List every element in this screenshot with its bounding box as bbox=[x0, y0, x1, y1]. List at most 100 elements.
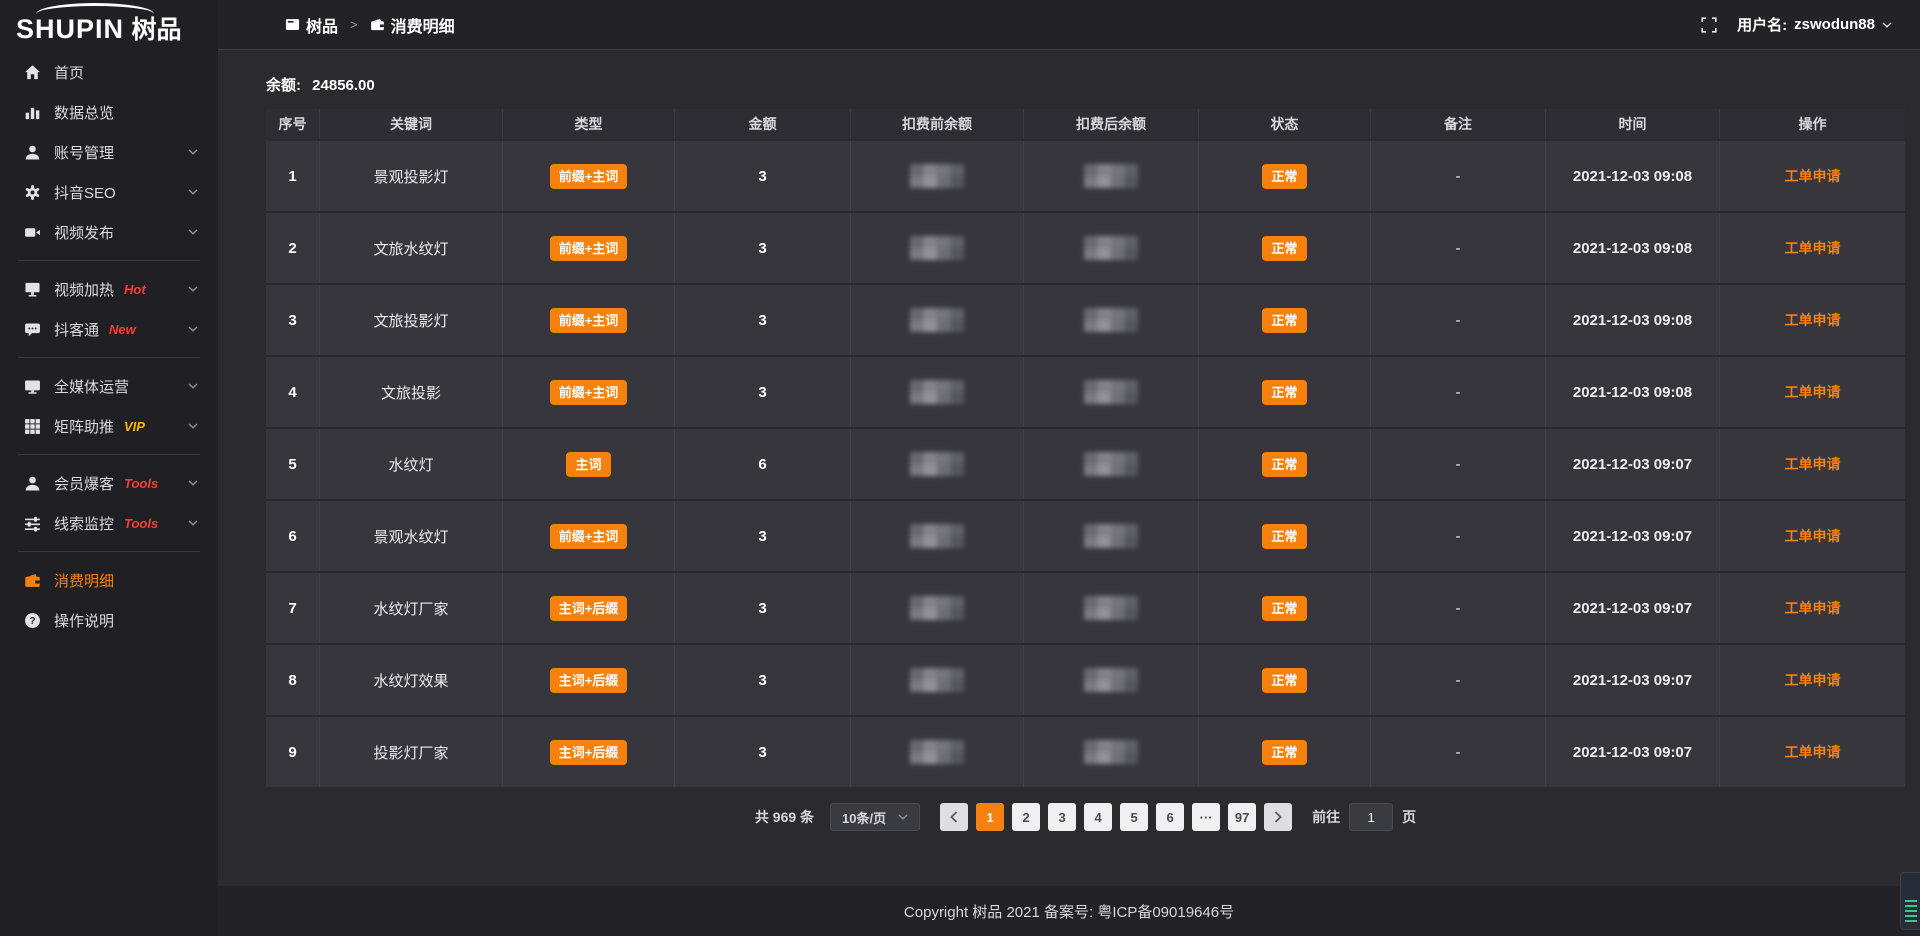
keyword-cell: 投影灯厂家 bbox=[320, 717, 503, 787]
sidebar-item-douyin-seo[interactable]: 抖音SEO bbox=[0, 172, 218, 212]
sidebar-item-instructions[interactable]: ? 操作说明 bbox=[0, 600, 218, 640]
sidebar-item-account-management[interactable]: 账号管理 bbox=[0, 132, 218, 172]
table-row: 9 投影灯厂家 主词+后缀 3 正常 - 2021-12-03 09:07 工单… bbox=[266, 717, 1905, 787]
sidebar-item-all-media-operation[interactable]: 全媒体运营 bbox=[0, 366, 218, 406]
brand-name-en: SHUPIN bbox=[16, 14, 124, 44]
pagination: 共 969 条 10条/页 1 2 3 4 5 6 ··· 97 前往 页 bbox=[266, 803, 1905, 831]
table-row: 2 文旅水纹灯 前缀+主词 3 正常 - 2021-12-03 09:08 工单… bbox=[266, 213, 1905, 283]
work-order-link[interactable]: 工单申请 bbox=[1785, 672, 1841, 688]
chevron-down-icon bbox=[1882, 22, 1892, 28]
grid-icon bbox=[24, 418, 41, 435]
column-header: 扣费前余额 bbox=[851, 109, 1024, 139]
work-order-link[interactable]: 工单申请 bbox=[1785, 312, 1841, 328]
keyword-cell: 水纹灯 bbox=[320, 429, 503, 499]
sidebar-item-label: 视频加热 bbox=[54, 279, 114, 300]
pagination-page-button[interactable]: 5 bbox=[1120, 803, 1148, 831]
row-index: 3 bbox=[266, 285, 320, 355]
remark-cell: - bbox=[1371, 285, 1546, 355]
type-badge: 前缀+主词 bbox=[550, 524, 628, 549]
work-order-link[interactable]: 工单申请 bbox=[1785, 240, 1841, 256]
chat-icon bbox=[24, 321, 41, 338]
table-row: 5 水纹灯 主词 6 正常 - 2021-12-03 09:07 工单申请 bbox=[266, 429, 1905, 499]
home-icon bbox=[24, 64, 41, 81]
fullscreen-icon[interactable] bbox=[1701, 17, 1717, 33]
work-order-link[interactable]: 工单申请 bbox=[1785, 168, 1841, 184]
page-size-select[interactable]: 10条/页 bbox=[830, 803, 920, 831]
amount-cell: 6 bbox=[675, 429, 851, 499]
pagination-page-button[interactable]: 2 bbox=[1012, 803, 1040, 831]
sidebar-item-video-heat[interactable]: 视频加热 Hot bbox=[0, 269, 218, 309]
masked-balance-after bbox=[1084, 380, 1138, 404]
wallet-icon bbox=[24, 572, 41, 589]
pagination-page-button[interactable]: 3 bbox=[1048, 803, 1076, 831]
work-order-link[interactable]: 工单申请 bbox=[1785, 600, 1841, 616]
breadcrumb-separator: > bbox=[350, 17, 358, 32]
keyword-cell: 文旅投影 bbox=[320, 357, 503, 427]
wallet-icon bbox=[370, 17, 385, 32]
sidebar-item-label: 会员爆客 bbox=[54, 473, 114, 494]
pagination-page-button[interactable]: 6 bbox=[1156, 803, 1184, 831]
status-badge: 正常 bbox=[1262, 380, 1306, 405]
pagination-next-button[interactable] bbox=[1264, 803, 1292, 831]
work-order-link[interactable]: 工单申请 bbox=[1785, 384, 1841, 400]
pagination-page-button[interactable]: 1 bbox=[976, 803, 1004, 831]
status-badge: 正常 bbox=[1262, 668, 1306, 693]
table-row: 1 景观投影灯 前缀+主词 3 正常 - 2021-12-03 09:08 工单… bbox=[266, 141, 1905, 211]
keyword-cell: 文旅水纹灯 bbox=[320, 213, 503, 283]
chevron-down-icon bbox=[188, 520, 198, 526]
chevron-down-icon bbox=[188, 326, 198, 332]
sidebar-item-label: 消费明细 bbox=[54, 570, 114, 591]
sidebar-item-video-publish[interactable]: 视频发布 bbox=[0, 212, 218, 252]
status-badge: 正常 bbox=[1262, 596, 1306, 621]
sidebar-item-douketong[interactable]: 抖客通 New bbox=[0, 309, 218, 349]
sidebar-item-label: 首页 bbox=[54, 62, 84, 83]
column-header: 扣费后余额 bbox=[1024, 109, 1199, 139]
sidebar-item-data-overview[interactable]: 数据总览 bbox=[0, 92, 218, 132]
table-row: 7 水纹灯厂家 主词+后缀 3 正常 - 2021-12-03 09:07 工单… bbox=[266, 573, 1905, 643]
remark-cell: - bbox=[1371, 357, 1546, 427]
work-order-link[interactable]: 工单申请 bbox=[1785, 456, 1841, 472]
pagination-page-button[interactable]: 97 bbox=[1228, 803, 1256, 831]
table-row: 3 文旅投影灯 前缀+主词 3 正常 - 2021-12-03 09:08 工单… bbox=[266, 285, 1905, 355]
top-bar: 树品 > 消费明细 用户名: zswodun88 bbox=[218, 0, 1920, 50]
pagination-page-button[interactable]: 4 bbox=[1084, 803, 1112, 831]
work-order-link[interactable]: 工单申请 bbox=[1785, 744, 1841, 760]
keyword-cell: 水纹灯效果 bbox=[320, 645, 503, 715]
goto-page-input[interactable] bbox=[1349, 803, 1393, 831]
chevron-down-icon bbox=[188, 189, 198, 195]
sidebar-item-consumption-details[interactable]: 消费明细 bbox=[0, 560, 218, 600]
time-cell: 2021-12-03 09:07 bbox=[1546, 645, 1720, 715]
type-badge: 主词+后缀 bbox=[550, 740, 628, 765]
sidebar-item-matrix-boost[interactable]: 矩阵助推 VIP bbox=[0, 406, 218, 446]
work-order-link[interactable]: 工单申请 bbox=[1785, 528, 1841, 544]
breadcrumb-home[interactable]: 树品 bbox=[306, 13, 338, 37]
time-cell: 2021-12-03 09:08 bbox=[1546, 285, 1720, 355]
masked-balance-after bbox=[1084, 668, 1138, 692]
goto-unit: 页 bbox=[1402, 807, 1416, 827]
floating-side-widget[interactable] bbox=[1900, 872, 1920, 930]
amount-cell: 3 bbox=[675, 501, 851, 571]
pagination-prev-button[interactable] bbox=[940, 803, 968, 831]
question-icon: ? bbox=[24, 612, 41, 629]
balance: 余额: 24856.00 bbox=[266, 50, 1920, 95]
chevron-down-icon bbox=[188, 480, 198, 486]
table-row: 8 水纹灯效果 主词+后缀 3 正常 - 2021-12-03 09:07 工单… bbox=[266, 645, 1905, 715]
username-dropdown[interactable]: 用户名: zswodun88 bbox=[1737, 14, 1892, 35]
masked-balance-after bbox=[1084, 236, 1138, 260]
type-badge: 主词 bbox=[566, 452, 610, 477]
status-badge: 正常 bbox=[1262, 524, 1306, 549]
tools-badge: Tools bbox=[124, 476, 158, 491]
column-header: 状态 bbox=[1199, 109, 1371, 139]
status-badge: 正常 bbox=[1262, 740, 1306, 765]
sidebar-item-home[interactable]: 首页 bbox=[0, 52, 218, 92]
type-badge: 前缀+主词 bbox=[550, 164, 628, 189]
svg-text:?: ? bbox=[29, 616, 35, 627]
keyword-cell: 景观水纹灯 bbox=[320, 501, 503, 571]
row-index: 4 bbox=[266, 357, 320, 427]
masked-balance-after bbox=[1084, 524, 1138, 548]
column-header: 备注 bbox=[1371, 109, 1546, 139]
sidebar-item-clue-monitor[interactable]: 线索监控 Tools bbox=[0, 503, 218, 543]
pagination-ellipsis-button[interactable]: ··· bbox=[1192, 803, 1220, 831]
row-index: 5 bbox=[266, 429, 320, 499]
sidebar-item-member-baoke[interactable]: 会员爆客 Tools bbox=[0, 463, 218, 503]
